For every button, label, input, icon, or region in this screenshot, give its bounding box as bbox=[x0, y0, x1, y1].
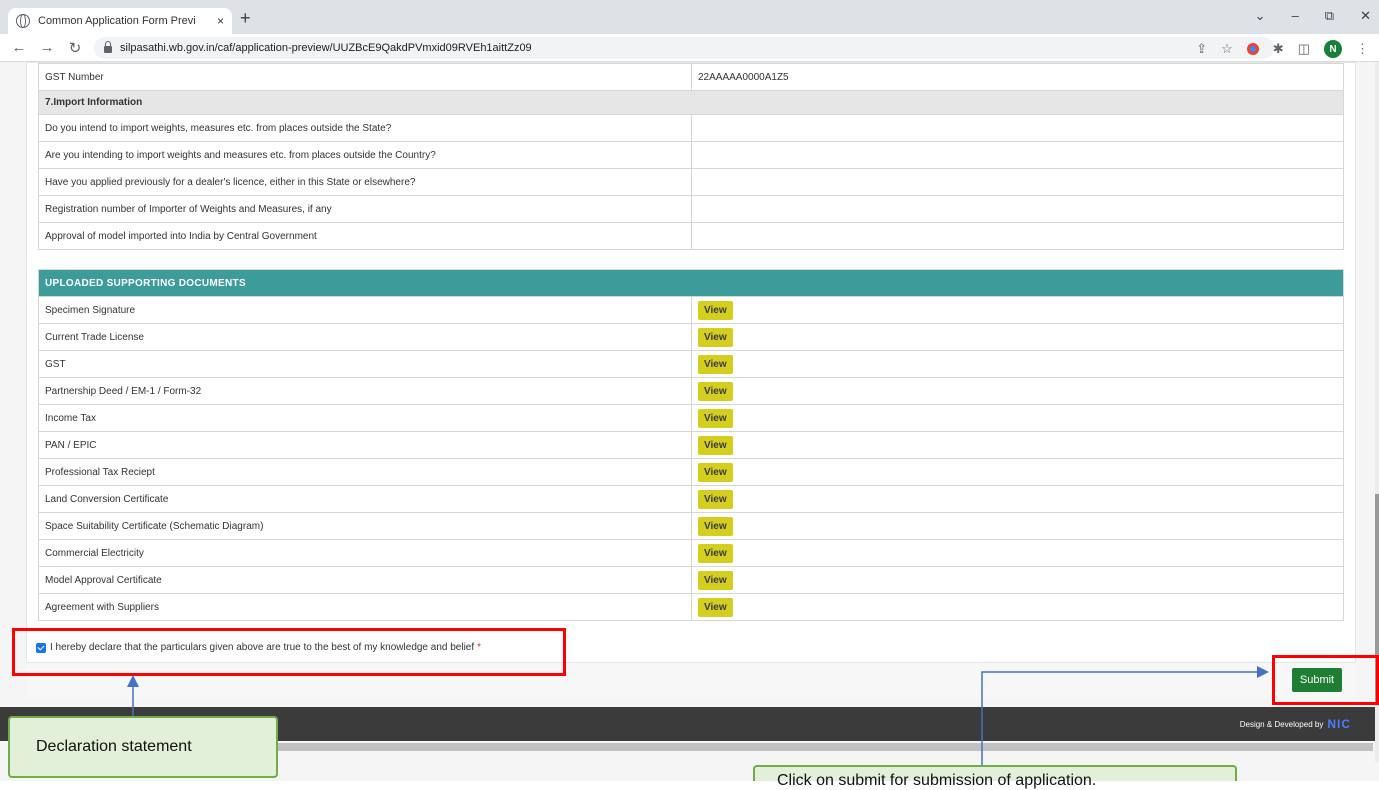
globe-icon bbox=[16, 14, 30, 28]
table-row: Are you intending to import weights and … bbox=[38, 141, 1344, 169]
documents-header-row: UPLOADED SUPPORTING DOCUMENTS bbox=[38, 269, 1344, 297]
document-name: GST bbox=[38, 350, 692, 378]
table-row: Space Suitability Certificate (Schematic… bbox=[38, 512, 1344, 540]
view-document-button[interactable]: View bbox=[698, 354, 733, 374]
submit-callout: Click on submit for submission of applic… bbox=[753, 765, 1237, 789]
profile-avatar[interactable]: N bbox=[1324, 40, 1342, 58]
nic-logo: NIC bbox=[1327, 717, 1351, 731]
declaration-highlight-box bbox=[12, 628, 566, 676]
toolbar-icons: ⇪ ☆ ✱ ◫ N ⋮ bbox=[1196, 40, 1369, 58]
address-bar: ← → ↻ silpasathi.wb.gov.in/caf/applicati… bbox=[0, 34, 1379, 62]
document-name: Commercial Electricity bbox=[38, 539, 692, 567]
chevron-down-icon[interactable]: ⌄ bbox=[1255, 8, 1266, 24]
document-name: Space Suitability Certificate (Schematic… bbox=[38, 512, 692, 540]
view-document-button[interactable]: View bbox=[698, 300, 733, 320]
import-question: Approval of model imported into India by… bbox=[38, 222, 692, 250]
table-row: GST View bbox=[38, 350, 1344, 378]
import-info-table: GST Number 22AAAAA0000A1Z5 7.Import Info… bbox=[38, 63, 1344, 250]
close-icon[interactable]: ✕ bbox=[1360, 8, 1371, 24]
table-row: PAN / EPIC View bbox=[38, 431, 1344, 459]
table-row: Model Approval Certificate View bbox=[38, 566, 1344, 594]
import-answer bbox=[691, 222, 1344, 250]
document-name: Partnership Deed / EM-1 / Form-32 bbox=[38, 377, 692, 405]
gst-label: GST Number bbox=[38, 63, 692, 91]
tab-close-icon[interactable]: × bbox=[217, 14, 224, 28]
share-icon[interactable]: ⇪ bbox=[1196, 41, 1207, 57]
table-row: Income Tax View bbox=[38, 404, 1344, 432]
window-controls: ⌄ – ⧉ ✕ bbox=[1255, 8, 1371, 24]
lock-icon bbox=[104, 41, 112, 53]
view-document-button[interactable]: View bbox=[698, 516, 733, 536]
view-document-button[interactable]: View bbox=[698, 327, 733, 347]
documents-table: UPLOADED SUPPORTING DOCUMENTS Specimen S… bbox=[38, 269, 1344, 621]
table-row: GST Number 22AAAAA0000A1Z5 bbox=[38, 63, 1344, 91]
document-name: Income Tax bbox=[38, 404, 692, 432]
table-row: Land Conversion Certificate View bbox=[38, 485, 1344, 513]
import-answer bbox=[691, 141, 1344, 169]
import-question: Have you applied previously for a dealer… bbox=[38, 168, 692, 196]
url-text: silpasathi.wb.gov.in/caf/application-pre… bbox=[120, 41, 532, 54]
extension-record-icon[interactable] bbox=[1246, 43, 1259, 55]
extensions-puzzle-icon[interactable]: ✱ bbox=[1273, 41, 1284, 57]
view-document-button[interactable]: View bbox=[698, 408, 733, 428]
bookmark-star-icon[interactable]: ☆ bbox=[1221, 41, 1233, 57]
import-answer bbox=[691, 114, 1344, 142]
table-row: Professional Tax Reciept View bbox=[38, 458, 1344, 486]
restore-icon[interactable]: ⧉ bbox=[1325, 8, 1334, 24]
minimize-icon[interactable]: – bbox=[1292, 8, 1299, 24]
document-name: Agreement with Suppliers bbox=[38, 593, 692, 621]
tab-strip: Common Application Form Previ × + ⌄ – ⧉ … bbox=[0, 0, 1379, 34]
table-row: Current Trade License View bbox=[38, 323, 1344, 351]
forward-arrow-icon[interactable]: → bbox=[38, 39, 56, 56]
table-row: Commercial Electricity View bbox=[38, 539, 1344, 567]
section-header-row: 7.Import Information bbox=[38, 90, 1344, 115]
gst-value: 22AAAAA0000A1Z5 bbox=[691, 63, 1344, 91]
view-document-button[interactable]: View bbox=[698, 435, 733, 455]
table-row: Agreement with Suppliers View bbox=[38, 593, 1344, 621]
view-document-button[interactable]: View bbox=[698, 543, 733, 563]
reload-icon[interactable]: ↻ bbox=[66, 39, 84, 57]
new-tab-button[interactable]: + bbox=[240, 8, 251, 29]
document-name: Professional Tax Reciept bbox=[38, 458, 692, 486]
view-document-button[interactable]: View bbox=[698, 570, 733, 590]
table-row: Specimen Signature View bbox=[38, 296, 1344, 324]
document-name: PAN / EPIC bbox=[38, 431, 692, 459]
table-row: Registration number of Importer of Weigh… bbox=[38, 195, 1344, 223]
document-name: Specimen Signature bbox=[38, 296, 692, 324]
import-question: Registration number of Importer of Weigh… bbox=[38, 195, 692, 223]
horizontal-scrollbar[interactable] bbox=[253, 743, 1373, 751]
back-arrow-icon[interactable]: ← bbox=[10, 39, 28, 56]
menu-dots-icon[interactable]: ⋮ bbox=[1356, 41, 1369, 57]
table-row: Partnership Deed / EM-1 / Form-32 View bbox=[38, 377, 1344, 405]
view-document-button[interactable]: View bbox=[698, 489, 733, 509]
browser-tab[interactable]: Common Application Form Previ × bbox=[8, 8, 232, 34]
url-field[interactable]: silpasathi.wb.gov.in/caf/application-pre… bbox=[94, 36, 1274, 59]
view-document-button[interactable]: View bbox=[698, 381, 733, 401]
import-question: Do you intend to import weights, measure… bbox=[38, 114, 692, 142]
table-row: Do you intend to import weights, measure… bbox=[38, 114, 1344, 142]
import-answer bbox=[691, 195, 1344, 223]
documents-title: UPLOADED SUPPORTING DOCUMENTS bbox=[38, 269, 1344, 297]
view-document-button[interactable]: View bbox=[698, 597, 733, 617]
view-document-button[interactable]: View bbox=[698, 462, 733, 482]
footer-credit: Design & Developed by bbox=[1239, 719, 1324, 729]
application-preview-card: GST Number 22AAAAA0000A1Z5 7.Import Info… bbox=[26, 62, 1356, 698]
document-name: Model Approval Certificate bbox=[38, 566, 692, 594]
document-name: Land Conversion Certificate bbox=[38, 485, 692, 513]
declaration-callout: Declaration statement bbox=[8, 716, 278, 778]
table-row: Approval of model imported into India by… bbox=[38, 222, 1344, 250]
side-panel-icon[interactable]: ◫ bbox=[1298, 41, 1310, 57]
submit-highlight-box bbox=[1272, 655, 1379, 705]
tab-title: Common Application Form Previ bbox=[38, 15, 196, 27]
document-name: Current Trade License bbox=[38, 323, 692, 351]
import-question: Are you intending to import weights and … bbox=[38, 141, 692, 169]
import-section-title: 7.Import Information bbox=[38, 90, 1344, 115]
import-answer bbox=[691, 168, 1344, 196]
table-row: Have you applied previously for a dealer… bbox=[38, 168, 1344, 196]
